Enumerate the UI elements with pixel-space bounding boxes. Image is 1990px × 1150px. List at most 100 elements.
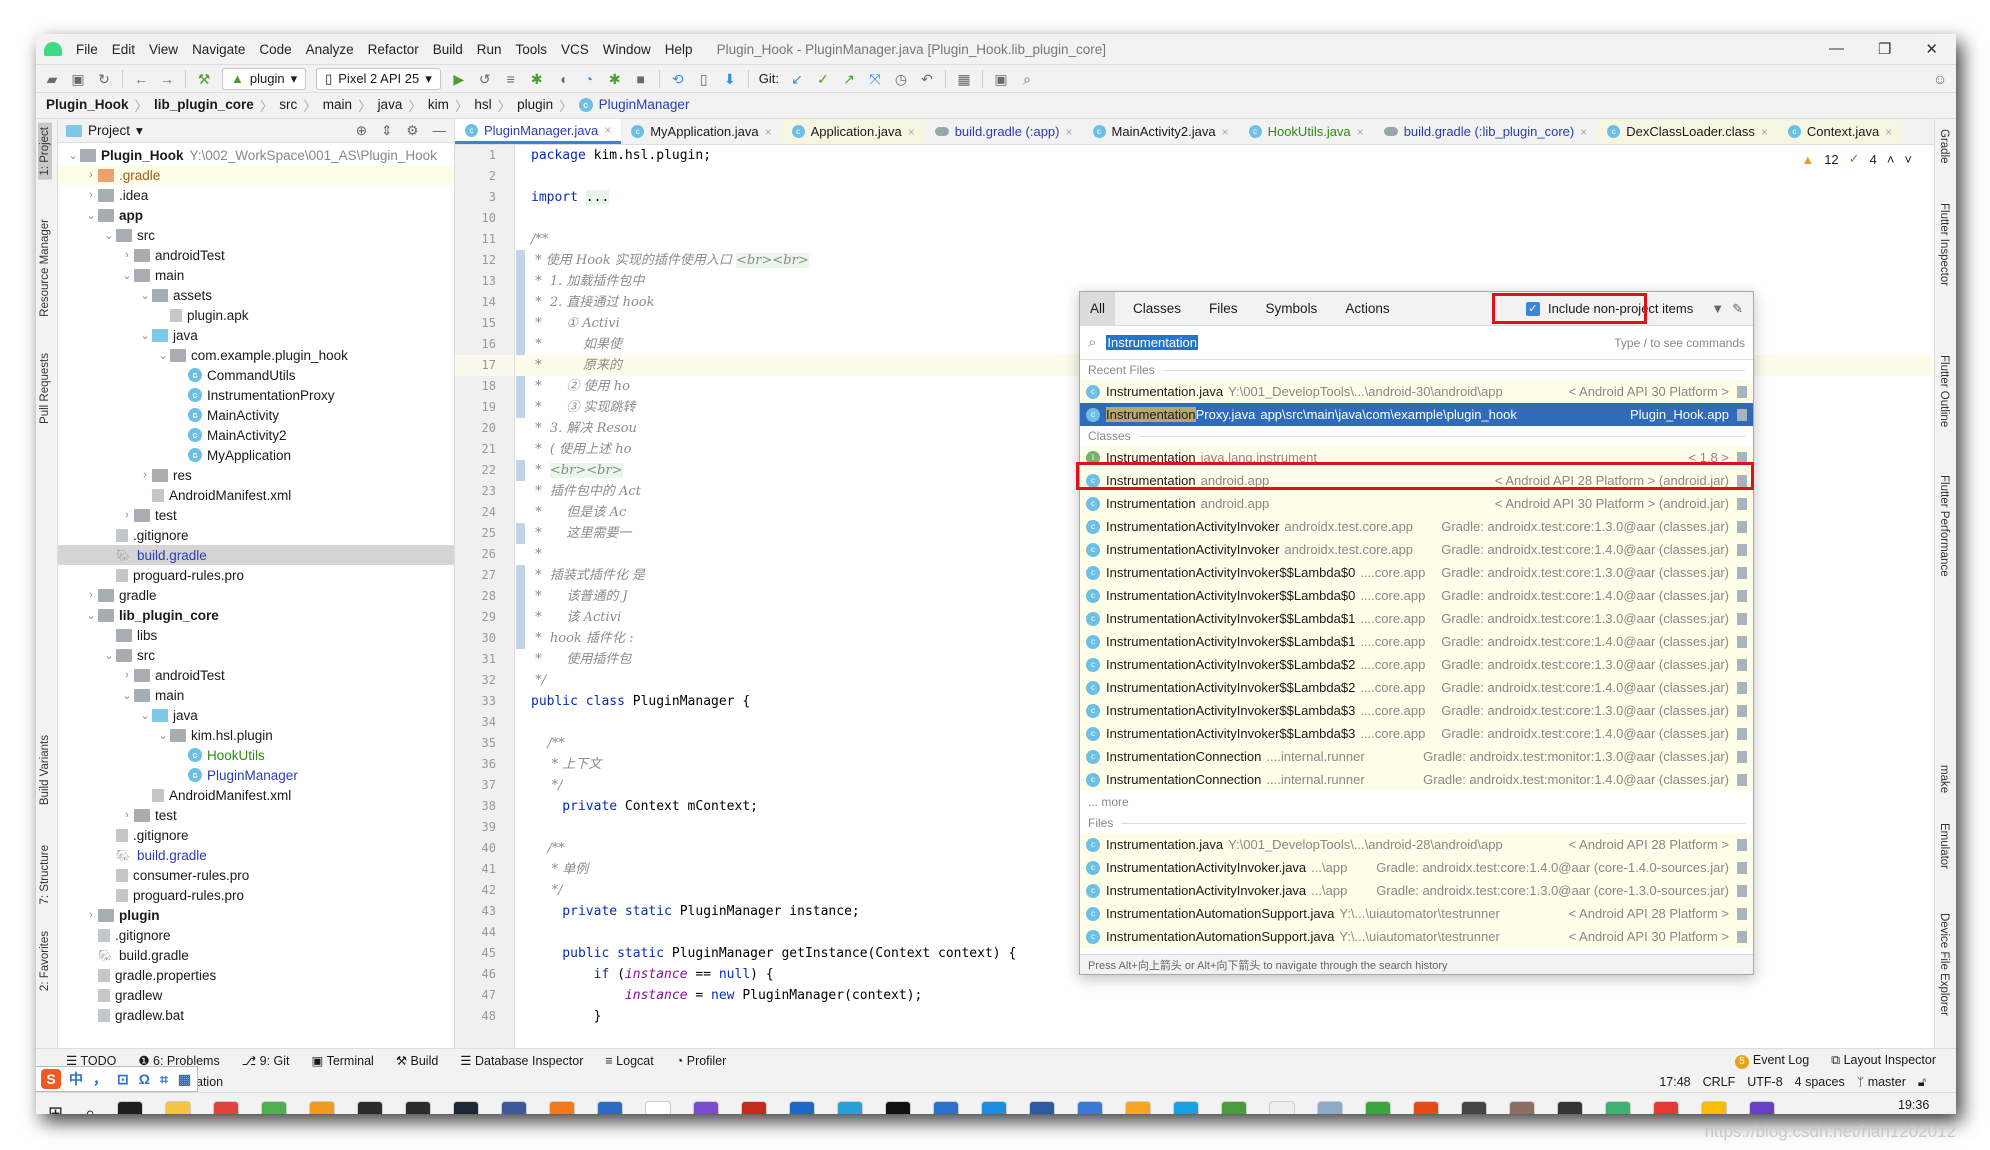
tree-item[interactable]: gradlew xyxy=(58,985,454,1005)
search-tab-all[interactable]: All xyxy=(1080,292,1116,325)
tree-item[interactable]: › test xyxy=(58,505,454,525)
tree-item[interactable]: c PluginManager xyxy=(58,765,454,785)
tree-item[interactable]: .gitignore xyxy=(58,525,454,545)
bottom-tool--git[interactable]: ⎇ 9: Git xyxy=(242,1053,290,1068)
editor-tab[interactable]: c PluginManager.java × xyxy=(455,119,622,144)
expand-arrow-icon[interactable]: ⌄ xyxy=(120,269,134,282)
ime-button[interactable]: Ω xyxy=(139,1071,150,1087)
git-branch-widget[interactable]: ᛘ master xyxy=(1857,1075,1906,1090)
taskbar-app-icon[interactable] xyxy=(1221,1100,1248,1114)
caret-position[interactable]: 17:48 xyxy=(1659,1075,1690,1090)
code-line[interactable]: /** xyxy=(515,229,1934,250)
tree-item[interactable]: 🐘︎ build.gradle xyxy=(58,845,454,865)
taskbar-search-icon[interactable]: ⌕ xyxy=(85,1103,95,1114)
restore-button[interactable]: ❐ xyxy=(1878,40,1891,58)
search-tab-files[interactable]: Files xyxy=(1199,292,1248,325)
expand-arrow-icon[interactable]: › xyxy=(138,469,152,481)
breadcrumb-item[interactable]: main xyxy=(323,97,352,112)
close-tab-icon[interactable]: × xyxy=(1885,125,1892,139)
taskbar-app-icon[interactable] xyxy=(1653,1100,1680,1114)
hide-panel-icon[interactable]: — xyxy=(433,123,447,139)
breadcrumb-item[interactable]: java xyxy=(378,97,403,112)
expand-arrow-icon[interactable]: ⌄ xyxy=(138,709,152,722)
tool-tab-gradle[interactable]: Gradle xyxy=(1937,125,1951,168)
menu-view[interactable]: View xyxy=(149,42,178,57)
taskbar-app-icon[interactable] xyxy=(597,1100,624,1114)
search-icon[interactable]: ⌕ xyxy=(1019,71,1035,87)
tree-item[interactable]: ⌄ com.example.plugin_hook xyxy=(58,345,454,365)
search-tab-symbols[interactable]: Symbols xyxy=(1256,292,1328,325)
taskbar-app-icon[interactable] xyxy=(1125,1100,1152,1114)
code-line[interactable]: package kim.hsl.plugin; xyxy=(515,145,1934,166)
expand-arrow-icon[interactable]: › xyxy=(120,669,134,681)
expand-arrow-icon[interactable]: ⌄ xyxy=(120,689,134,702)
lock-icon[interactable]: 🔓︎ xyxy=(1918,1075,1926,1090)
tree-item[interactable]: 🐘︎ build.gradle xyxy=(58,545,454,565)
taskbar-app-icon[interactable] xyxy=(1317,1100,1344,1114)
taskbar-app-icon[interactable] xyxy=(1461,1100,1488,1114)
search-result-item[interactable]: c InstrumentationActivityInvoker$$Lambda$… xyxy=(1080,722,1753,745)
tree-item[interactable]: .gitignore xyxy=(58,825,454,845)
taskbar-app-icon[interactable] xyxy=(693,1100,720,1114)
expand-arrow-icon[interactable]: › xyxy=(120,249,134,261)
tree-item[interactable]: gradlew.bat xyxy=(58,1005,454,1025)
taskbar-app-icon[interactable] xyxy=(981,1100,1008,1114)
taskbar-app-icon[interactable] xyxy=(405,1100,432,1114)
expand-arrow-icon[interactable]: ⌄ xyxy=(102,649,116,662)
taskbar-app-icon[interactable] xyxy=(1605,1100,1632,1114)
breadcrumb-item[interactable]: kim xyxy=(428,97,449,112)
taskbar-app-icon[interactable] xyxy=(549,1100,576,1114)
expand-arrow-icon[interactable]: ⌄ xyxy=(84,609,98,622)
taskbar-app-icon[interactable] xyxy=(645,1100,672,1114)
taskbar-app-icon[interactable] xyxy=(1413,1100,1440,1114)
ime-button[interactable]: ⊡ xyxy=(117,1071,129,1088)
stop-icon[interactable]: ■ xyxy=(633,71,649,87)
bottom-tool-database-inspector[interactable]: ☰ Database Inspector xyxy=(460,1053,583,1068)
project-view-select[interactable]: Project xyxy=(88,123,130,138)
code-line[interactable]: } xyxy=(515,1006,1934,1027)
expand-arrow-icon[interactable]: ⌄ xyxy=(138,329,152,342)
taskbar-app-icon[interactable] xyxy=(741,1100,768,1114)
run-config-select[interactable]: ▲ plugin ▾ xyxy=(222,67,307,90)
taskbar-app-icon[interactable] xyxy=(453,1100,480,1114)
tree-item[interactable]: ⌄ java xyxy=(58,325,454,345)
tool-tab-build-variants[interactable]: Build Variants xyxy=(38,731,52,809)
tree-item[interactable]: › androidTest xyxy=(58,665,454,685)
avd-manager-icon[interactable]: ▯ xyxy=(696,71,712,87)
sync-gradle-icon[interactable]: ⟲ xyxy=(670,71,686,87)
close-tab-icon[interactable]: × xyxy=(1222,125,1229,139)
apply-changes-icon[interactable]: ↺ xyxy=(477,71,493,87)
editor-tab[interactable]: c HookUtils.java × xyxy=(1239,119,1374,144)
tree-item[interactable]: AndroidManifest.xml xyxy=(58,785,454,805)
ime-button[interactable]: ， xyxy=(93,1069,107,1089)
git-rollback-icon[interactable]: ↶ xyxy=(919,71,935,87)
tree-item[interactable]: c MyApplication xyxy=(58,445,454,465)
tool-tab-device-file-explorer[interactable]: Device File Explorer xyxy=(1937,909,1951,1020)
menu-edit[interactable]: Edit xyxy=(112,42,135,57)
project-structure-icon[interactable]: ▦ xyxy=(956,71,972,87)
taskbar-app-icon[interactable] xyxy=(1509,1100,1536,1114)
menu-help[interactable]: Help xyxy=(665,42,693,57)
taskbar-app-icon[interactable] xyxy=(789,1100,816,1114)
taskbar-app-icon[interactable] xyxy=(1365,1100,1392,1114)
sogou-logo-icon[interactable]: S xyxy=(41,1069,61,1089)
tree-item[interactable]: › androidTest xyxy=(58,245,454,265)
tree-item[interactable]: ⌄ java xyxy=(58,705,454,725)
tool-tab-pull-requests[interactable]: Pull Requests xyxy=(38,349,52,428)
tree-item[interactable]: consumer-rules.pro xyxy=(58,865,454,885)
tree-item[interactable]: ⌄ src xyxy=(58,225,454,245)
expand-arrow-icon[interactable]: › xyxy=(84,589,98,601)
editor-tab[interactable]: c Context.java × xyxy=(1777,119,1903,144)
tree-item[interactable]: ⌄ Plugin_Hook Y:\002_WorkSpace\001_AS\Plug… xyxy=(58,145,454,165)
taskbar-app-icon[interactable] xyxy=(165,1100,192,1114)
breadcrumb-item[interactable]: plugin xyxy=(517,97,553,112)
more-results-link[interactable]: ... more xyxy=(1080,791,1753,813)
bottom-tool-logcat[interactable]: ≡ Logcat xyxy=(605,1054,653,1068)
device-select[interactable]: ▯ Pixel 2 API 25 ▾ xyxy=(316,67,441,90)
breadcrumb-item[interactable]: src xyxy=(279,97,297,112)
taskbar-app-icon[interactable] xyxy=(261,1100,288,1114)
code-line[interactable] xyxy=(515,208,1934,229)
search-field[interactable]: ⌕ Instrumentation Type / to see commands xyxy=(1080,326,1753,360)
close-tab-icon[interactable]: × xyxy=(1761,125,1768,139)
layout-inspector-button[interactable]: ⧉ Layout Inspector xyxy=(1831,1053,1936,1069)
